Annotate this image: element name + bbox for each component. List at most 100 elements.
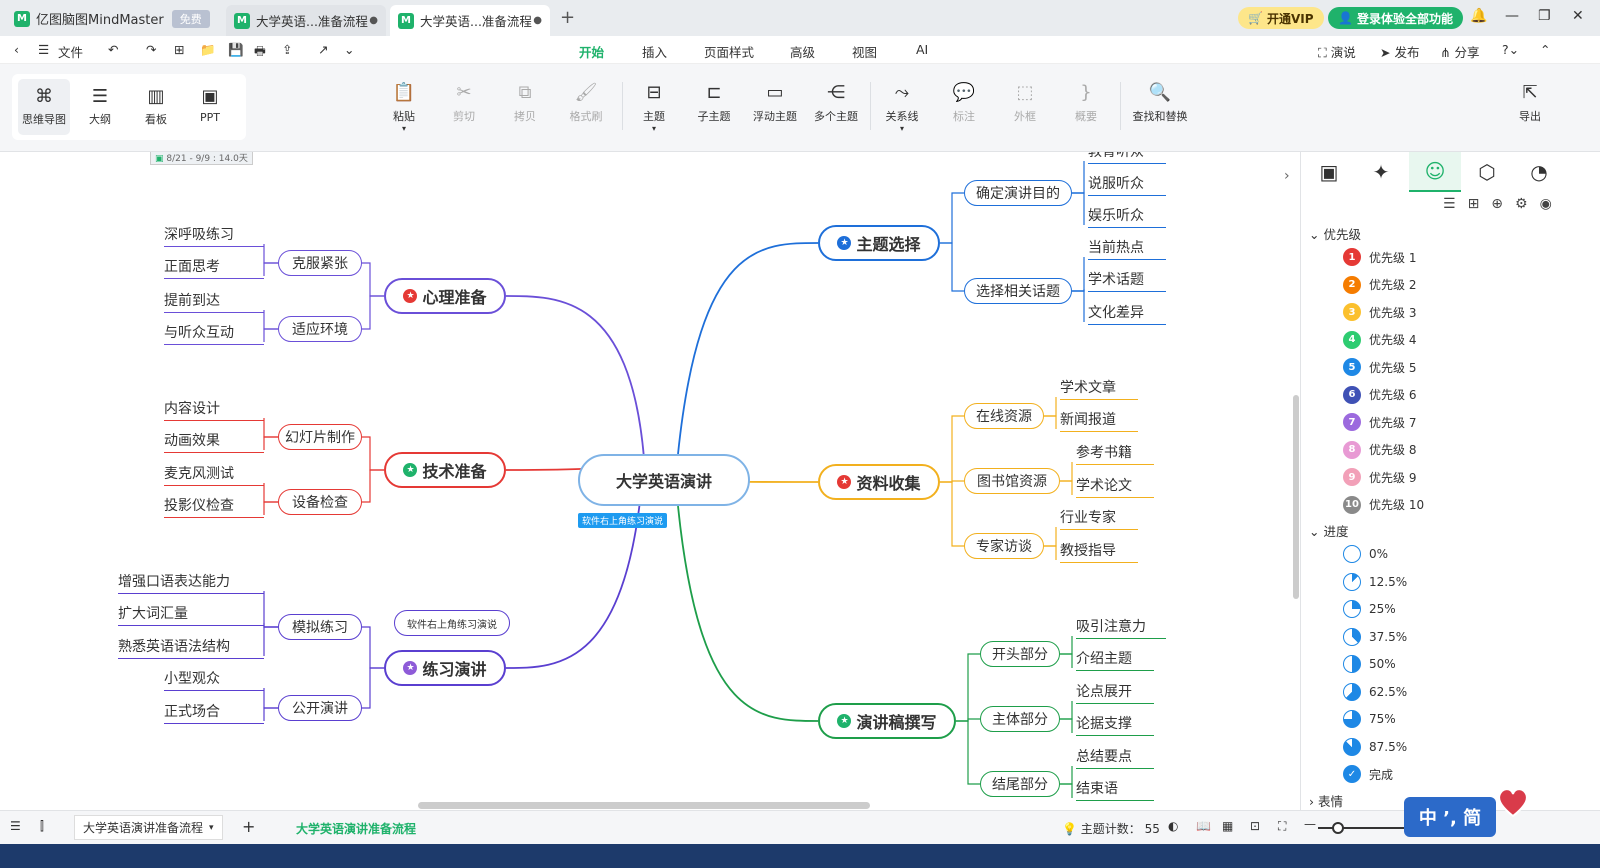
paste-button[interactable]: 📋 粘贴 ▾ bbox=[374, 82, 434, 133]
file-menu[interactable]: 文件 bbox=[58, 42, 83, 61]
tab-page-style[interactable]: 页面样式 bbox=[704, 42, 754, 61]
priority-item[interactable]: 6 优先级 6 bbox=[1343, 385, 1416, 404]
leaf-topic[interactable]: 说服听众 bbox=[1088, 173, 1166, 196]
vip-button[interactable]: 🛒 开通VIP bbox=[1238, 7, 1324, 29]
leaf-topic[interactable]: 结束语 bbox=[1076, 778, 1154, 801]
undo-icon[interactable]: ↶ bbox=[108, 42, 118, 57]
floating-topic-button[interactable]: ▭ 浮动主题 bbox=[745, 82, 805, 124]
new-icon[interactable]: ⊞ bbox=[174, 42, 184, 57]
subtopic-right[interactable]: 在线资源 bbox=[964, 403, 1044, 429]
leaf-topic[interactable]: 正式场合 bbox=[164, 701, 264, 724]
progress-item[interactable]: 12.5% bbox=[1343, 572, 1407, 591]
progress-item[interactable]: 75% bbox=[1343, 710, 1396, 728]
zoom-slider[interactable] bbox=[1318, 822, 1408, 834]
leaf-topic[interactable]: 动画效果 bbox=[164, 430, 264, 453]
tab-close-icon[interactable]: ● bbox=[369, 15, 378, 26]
boundary-button[interactable]: ⬚ 外框 bbox=[995, 82, 1055, 124]
presentation-icon[interactable]: ▦ bbox=[1222, 819, 1233, 833]
panel-tab-history[interactable]: ◔ bbox=[1513, 152, 1565, 192]
format-painter-button[interactable]: 🖌 格式刷 bbox=[556, 82, 616, 124]
progress-section-header[interactable]: ⌄ 进度 bbox=[1309, 521, 1348, 540]
leaf-topic[interactable]: 新闻报道 bbox=[1060, 409, 1138, 432]
present-button[interactable]: ⛶ 演说 bbox=[1318, 42, 1356, 61]
focus-icon[interactable]: ◐ bbox=[1168, 819, 1178, 833]
leaf-topic[interactable]: 当前热点 bbox=[1088, 237, 1166, 260]
panel-tab-format[interactable]: ▣ bbox=[1303, 152, 1355, 192]
panel-tab-marker[interactable]: ☺ bbox=[1409, 152, 1461, 192]
help-icon[interactable]: ?⌄ bbox=[1502, 42, 1519, 57]
leaf-topic[interactable]: 教授指导 bbox=[1060, 540, 1138, 563]
book-icon[interactable]: 📖 bbox=[1196, 819, 1211, 833]
copy-button[interactable]: ⧉ 拷贝 bbox=[495, 82, 555, 124]
leaf-topic[interactable]: 介绍主题 bbox=[1076, 648, 1154, 671]
center-callout-tag[interactable]: 软件右上角练习演说 bbox=[578, 513, 668, 528]
doc-tab-1[interactable]: M 大学英语...准备流程 ● bbox=[226, 5, 386, 36]
tab-close-icon[interactable]: ● bbox=[533, 15, 542, 26]
priority-item[interactable]: 7 优先级 7 bbox=[1343, 413, 1416, 431]
find-replace-button[interactable]: 🔍 查找和替换 bbox=[1128, 82, 1192, 124]
leaf-topic[interactable]: 小型观众 bbox=[164, 668, 264, 691]
leaf-topic[interactable]: 教育听众 bbox=[1088, 152, 1166, 164]
share-small-icon[interactable]: ↗ bbox=[318, 42, 328, 57]
leaf-topic[interactable]: 内容设计 bbox=[164, 398, 264, 421]
fit-page-icon[interactable]: ⊡ bbox=[1250, 819, 1260, 833]
new-tab-icon[interactable]: + bbox=[560, 7, 575, 28]
leaf-topic[interactable]: 吸引注意力 bbox=[1076, 616, 1166, 639]
save-icon[interactable]: 💾 bbox=[228, 42, 244, 58]
priority-item[interactable]: 10 优先级 10 bbox=[1343, 495, 1424, 514]
leaf-topic[interactable]: 论据支撑 bbox=[1076, 713, 1154, 736]
subtopic-left[interactable]: 克服紧张 bbox=[278, 250, 362, 276]
progress-item[interactable]: 25% bbox=[1343, 600, 1396, 618]
leaf-topic[interactable]: 正面思考 bbox=[164, 256, 264, 279]
leaf-topic[interactable]: 学术文章 bbox=[1060, 377, 1138, 400]
close-icon[interactable]: ✕ bbox=[1572, 8, 1584, 24]
vertical-scrollbar[interactable] bbox=[1293, 395, 1299, 599]
leaf-topic[interactable]: 文化差异 bbox=[1088, 302, 1166, 325]
leaf-topic[interactable]: 论点展开 bbox=[1076, 681, 1154, 704]
fullscreen-icon[interactable]: ⛶ bbox=[1278, 819, 1286, 834]
progress-item[interactable]: 87.5% bbox=[1343, 737, 1407, 756]
main-topic-right[interactable]: ★ 资料收集 bbox=[818, 464, 940, 500]
login-button[interactable]: 👤 登录体验全部功能 bbox=[1328, 7, 1463, 29]
multiple-topics-button[interactable]: ⋲ 多个主题 bbox=[806, 82, 866, 124]
leaf-topic[interactable]: 与听众互动 bbox=[164, 322, 264, 345]
leaf-topic[interactable]: 行业专家 bbox=[1060, 507, 1138, 530]
leaf-topic[interactable]: 熟悉英语语法结构 bbox=[118, 636, 264, 659]
subtopic-left[interactable]: 幻灯片制作 bbox=[278, 424, 362, 450]
share-button[interactable]: ⋔ 分享 bbox=[1440, 42, 1479, 61]
notification-icon[interactable]: 🔔 bbox=[1470, 8, 1487, 24]
main-topic-right[interactable]: ★ 主题选择 bbox=[818, 225, 940, 261]
export-button[interactable]: ⇱ 导出 bbox=[1500, 82, 1560, 124]
priority-item[interactable]: 9 优先级 9 bbox=[1343, 468, 1416, 486]
progress-item[interactable]: ✓ 完成 bbox=[1343, 765, 1393, 783]
subtopic-button[interactable]: ⊏ 子主题 bbox=[684, 82, 744, 124]
print-icon[interactable]: 🖶 bbox=[254, 42, 266, 63]
priority-item[interactable]: 1 优先级 1 bbox=[1343, 248, 1416, 266]
panel-tab-theme[interactable]: ⬡ bbox=[1461, 152, 1513, 192]
progress-item[interactable]: 0% bbox=[1343, 545, 1388, 563]
leaf-topic[interactable]: 参考书籍 bbox=[1076, 442, 1154, 465]
more-icon[interactable]: ⌄ bbox=[344, 42, 354, 57]
main-topic-left[interactable]: ★ 心理准备 bbox=[384, 278, 506, 314]
leaf-topic[interactable]: 麦克风测试 bbox=[164, 463, 264, 486]
main-topic-left[interactable]: ★ 技术准备 bbox=[384, 452, 506, 488]
priority-item[interactable]: 3 优先级 3 bbox=[1343, 303, 1416, 321]
progress-item[interactable]: 50% bbox=[1343, 655, 1396, 673]
leaf-topic[interactable]: 增强口语表达能力 bbox=[118, 571, 264, 594]
progress-item[interactable]: 62.5% bbox=[1343, 682, 1407, 701]
tab-ai[interactable]: AI bbox=[916, 42, 928, 57]
doc-tab-2[interactable]: M 大学英语...准备流程 ● bbox=[390, 5, 550, 36]
leaf-topic[interactable]: 学术论文 bbox=[1076, 475, 1154, 498]
priority-item[interactable]: 4 优先级 4 bbox=[1343, 330, 1416, 349]
panel-tab-ai[interactable]: ✦ bbox=[1355, 152, 1407, 192]
progress-item[interactable]: 37.5% bbox=[1343, 627, 1407, 646]
view-outline[interactable]: ☰ 大纲 bbox=[74, 79, 126, 135]
zoom-slider-handle[interactable] bbox=[1332, 822, 1344, 834]
subtopic-right[interactable]: 结尾部分 bbox=[980, 771, 1060, 797]
add-sheet-icon[interactable]: + bbox=[242, 817, 255, 836]
view-kanban[interactable]: ▥ 看板 bbox=[130, 79, 182, 135]
add-marker-icon[interactable]: ⊕ bbox=[1491, 196, 1503, 212]
priority-item[interactable]: 5 优先级 5 bbox=[1343, 358, 1416, 376]
view-ppt[interactable]: ▣ PPT bbox=[184, 79, 236, 135]
relationship-button[interactable]: ⤳ 关系线 ▾ bbox=[872, 82, 932, 133]
